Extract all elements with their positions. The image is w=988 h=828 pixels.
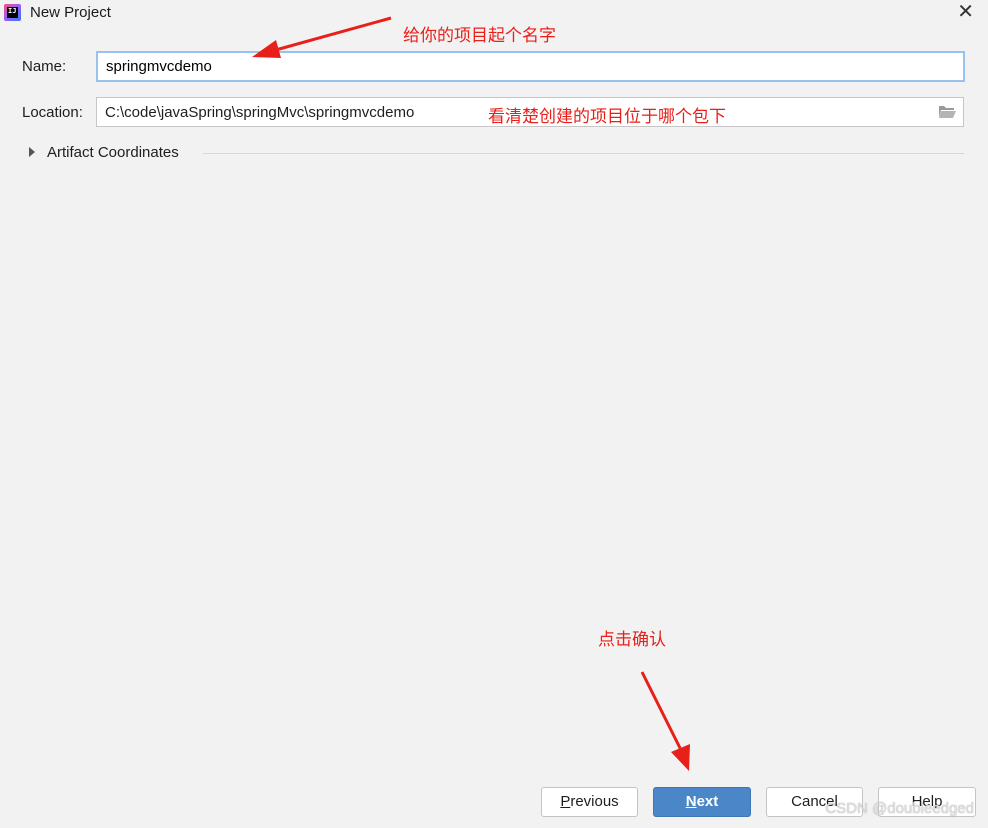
previous-mnemonic: P [560, 793, 571, 810]
location-annotation: 看清楚创建的项目位于哪个包下 [488, 107, 726, 126]
name-label: Name: [22, 58, 67, 75]
next-arrow [640, 671, 690, 771]
location-value: C:\code\javaSpring\springMvc\springmvcde… [105, 104, 415, 121]
location-label: Location: [22, 104, 83, 121]
folder-icon[interactable] [938, 104, 956, 119]
next-mnemonic: N [685, 793, 697, 810]
triangle-right-icon[interactable] [29, 147, 35, 157]
close-icon[interactable]: ✕ [957, 1, 974, 23]
previous-label: revious [570, 793, 619, 810]
artifact-coordinates-section[interactable]: Artifact Coordinates [26, 144, 964, 162]
window-title: New Project [30, 4, 111, 21]
app-icon-text: IJ [7, 7, 18, 18]
name-input[interactable] [96, 51, 965, 82]
next-annotation: 点击确认 [598, 630, 666, 649]
watermark: CSDN @doubleedged [825, 800, 974, 817]
section-divider [203, 153, 964, 154]
next-label: ext [696, 793, 719, 810]
intellij-app-icon: IJ [4, 4, 21, 21]
previous-button[interactable]: Previous [541, 787, 638, 817]
name-annotation: 给你的项目起个名字 [403, 26, 556, 45]
next-button[interactable]: Next [653, 787, 751, 817]
artifact-coordinates-label[interactable]: Artifact Coordinates [47, 144, 179, 161]
